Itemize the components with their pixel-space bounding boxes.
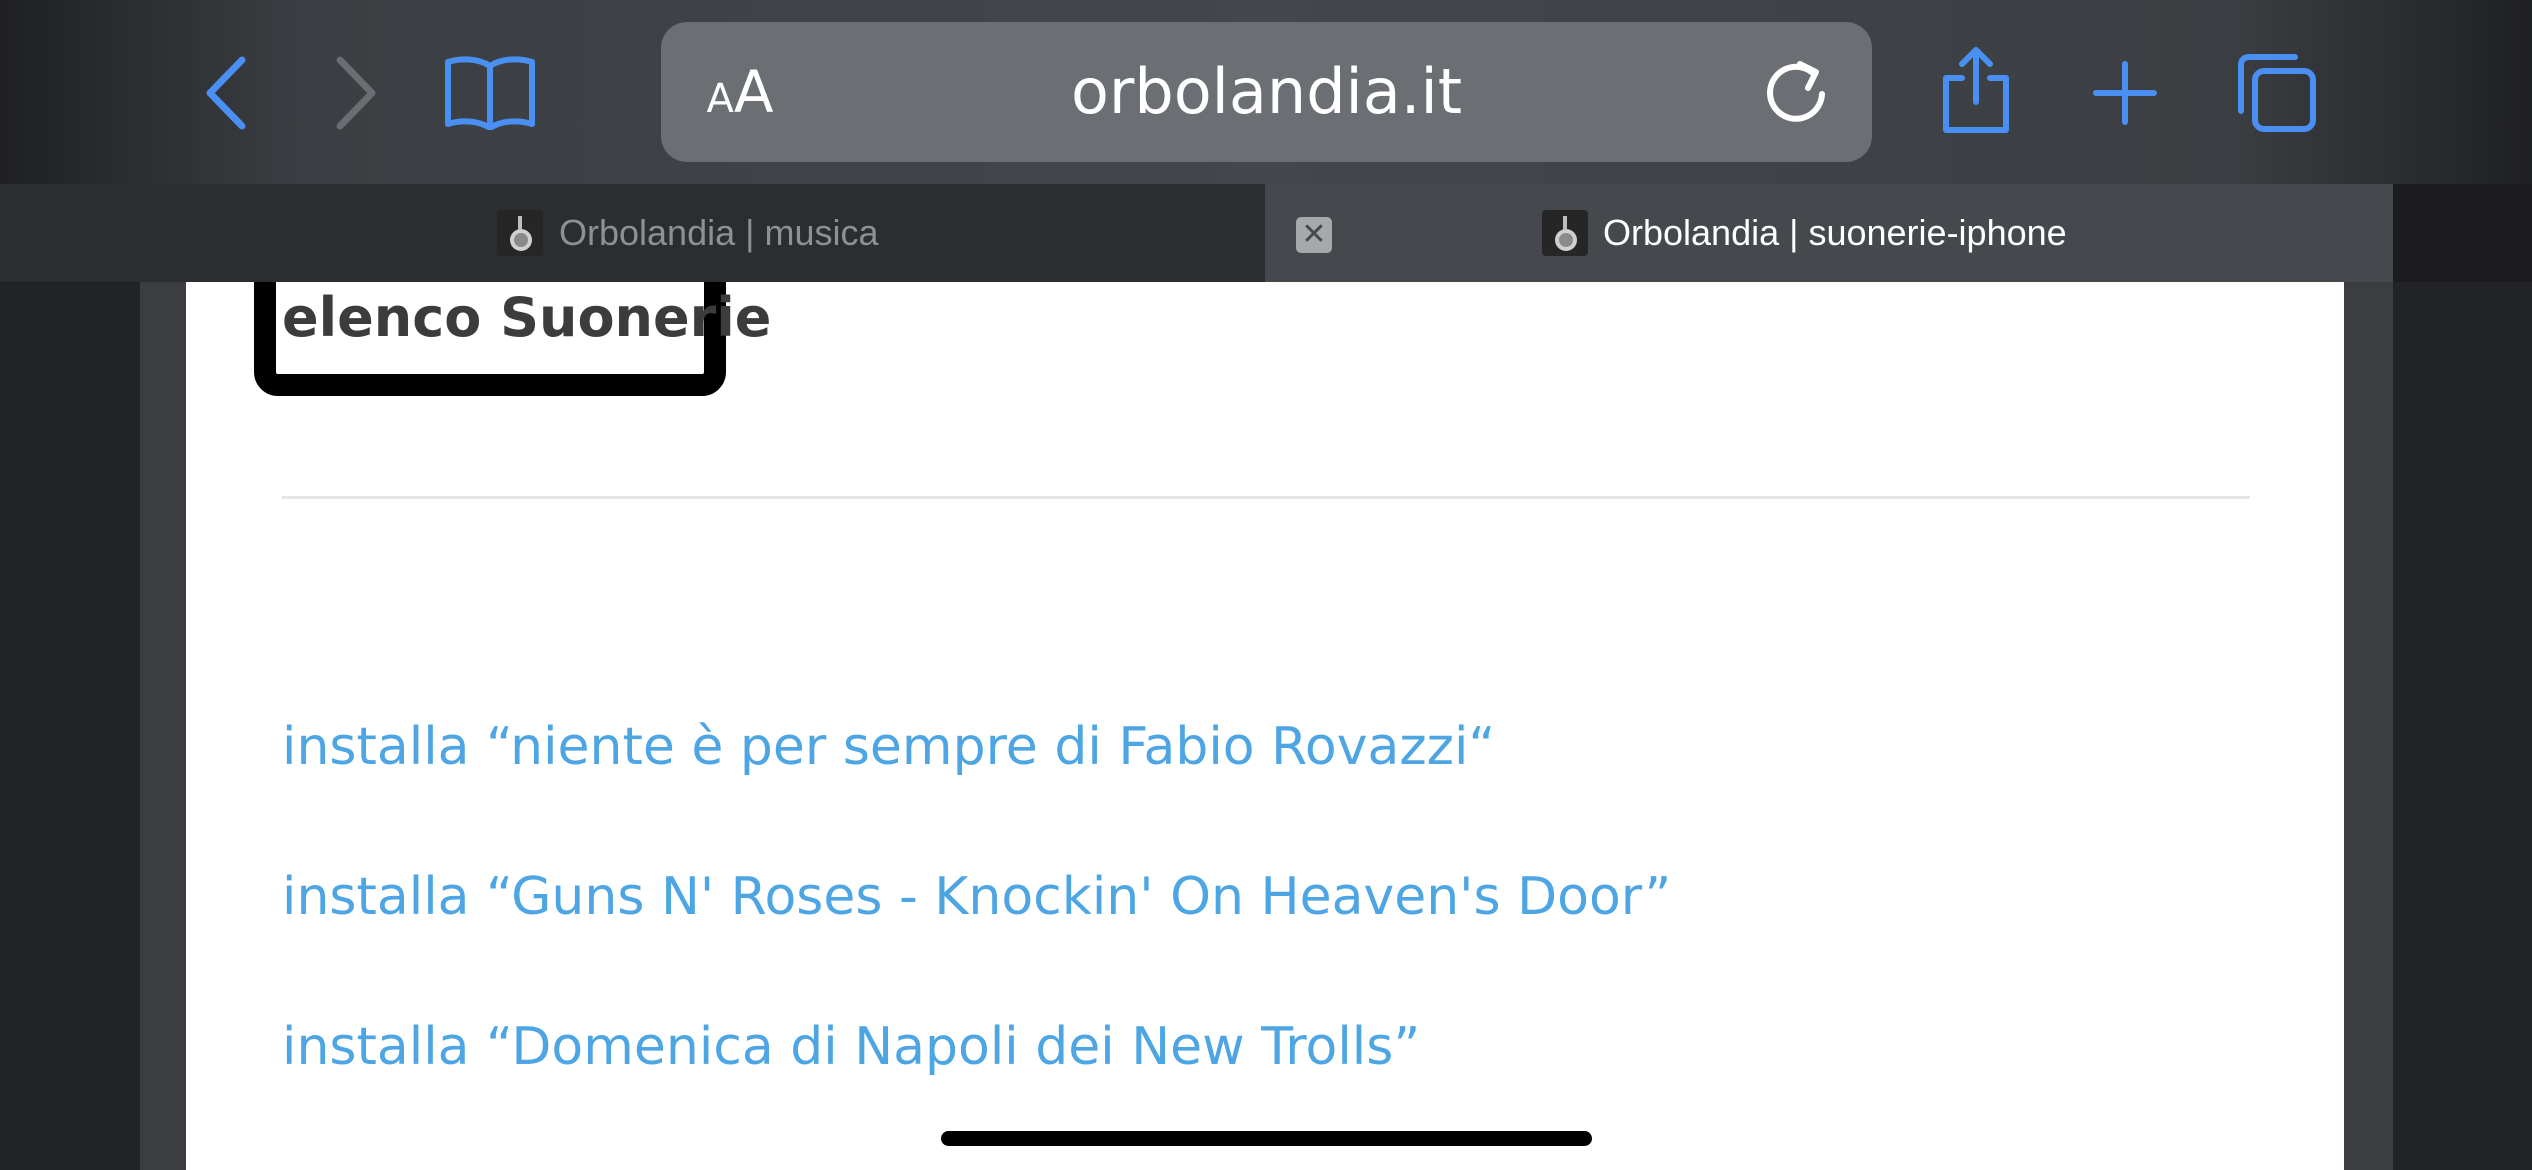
home-indicator[interactable] (941, 1131, 1592, 1146)
bookmarks-icon (445, 56, 535, 130)
share-icon (1943, 47, 2009, 133)
back-icon (206, 56, 246, 130)
back-button[interactable] (196, 50, 256, 136)
favicon-icon (1542, 210, 1588, 256)
section-title: elenco Suonerie (282, 286, 772, 349)
reload-button[interactable] (1758, 54, 1834, 130)
ringtone-link[interactable]: installa “niente è per sempre di Fabio R… (282, 712, 1495, 782)
bookmarks-button[interactable] (440, 52, 540, 132)
tabs-icon (2238, 54, 2316, 132)
divider (282, 496, 2250, 499)
tab-musica-label: Orbolandia | musica (559, 212, 879, 253)
forward-button[interactable] (326, 50, 386, 136)
plus-icon (2093, 61, 2157, 125)
tab-suonerie-iphone[interactable]: ✕ Orbolandia | suonerie-iphone (1265, 184, 2393, 282)
reload-icon (1767, 61, 1825, 122)
address-bar[interactable]: AA orbolandia.it (661, 22, 1872, 162)
page-gutter-right (2344, 282, 2393, 1170)
web-page-content: elenco Suonerie installa “niente è per s… (186, 282, 2344, 1170)
tab-suonerie-iphone-label: Orbolandia | suonerie-iphone (1603, 212, 2067, 253)
new-tab-button[interactable] (2090, 58, 2160, 128)
ringtone-link[interactable]: installa “Domenica di Napoli dei New Tro… (282, 1012, 1420, 1082)
tab-bar: Orbolandia | musica ✕ Orbolandia | suone… (0, 184, 2532, 282)
favicon-icon (497, 210, 543, 256)
share-button[interactable] (1936, 42, 2016, 138)
tab-close-icon[interactable]: ✕ (1296, 217, 1332, 253)
tab-musica[interactable]: Orbolandia | musica (0, 184, 1265, 282)
browser-toolbar: AA orbolandia.it (0, 0, 2532, 184)
forward-icon (336, 56, 376, 130)
page-gutter-left (140, 282, 186, 1170)
url-text: orbolandia.it (1070, 55, 1463, 128)
page-margin-right (2393, 282, 2532, 1170)
tab-overview-button[interactable] (2234, 50, 2320, 136)
ringtone-link[interactable]: installa “Guns N' Roses - Knockin' On He… (282, 862, 1671, 932)
page-margin-left (0, 282, 140, 1170)
